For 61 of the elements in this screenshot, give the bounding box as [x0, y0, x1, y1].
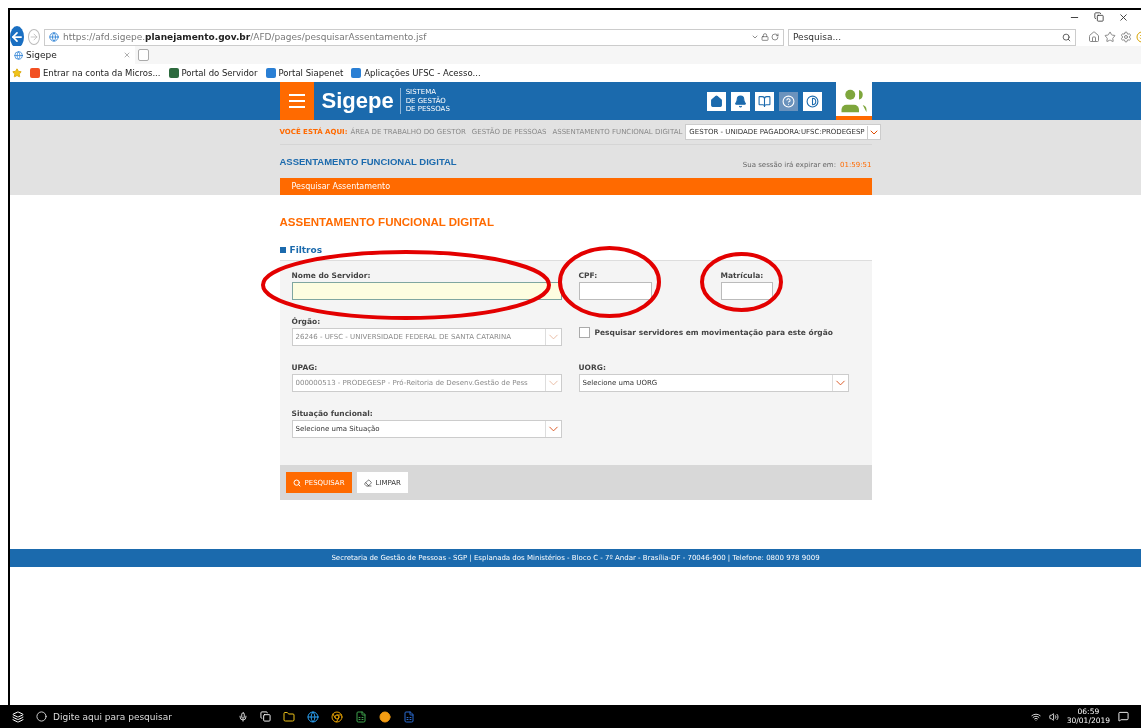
page-title: ASSENTAMENTO FUNCIONAL DIGITAL [279, 156, 457, 167]
arrow-left-icon [10, 30, 24, 44]
menu-button[interactable] [279, 82, 314, 120]
refresh-icon[interactable] [771, 33, 779, 41]
globe-icon [49, 32, 59, 42]
filters-label: Filtros [289, 245, 323, 255]
close-icon[interactable] [1118, 12, 1129, 23]
contrast-icon[interactable] [802, 91, 822, 111]
checkbox[interactable] [578, 327, 590, 338]
app-icon[interactable] [379, 710, 391, 723]
star-icon[interactable] [1104, 31, 1116, 43]
home-icon[interactable] [706, 91, 726, 111]
chevron-down-icon [544, 329, 561, 345]
task-view-icon[interactable] [260, 711, 271, 722]
address-bar[interactable]: https://afd.sigepe.planejamento.gov.br/AFD/pages/pesquisarAssentamento.jsf [44, 28, 784, 46]
tab-title: Sigepe [26, 50, 57, 60]
avatar[interactable] [835, 82, 872, 120]
search-icon [292, 478, 301, 487]
form-title: ASSENTAMENTO FUNCIONAL DIGITAL [279, 216, 495, 228]
search-icon [1062, 32, 1071, 42]
microphone-icon[interactable] [238, 711, 248, 722]
favorite-link[interactable]: Portal Siapenet [265, 68, 344, 78]
chevron-down-icon [544, 421, 561, 437]
search-field[interactable]: Pesquisa... [788, 28, 1076, 46]
document-icon[interactable] [403, 710, 415, 723]
input-field[interactable] [578, 282, 652, 300]
circle-icon [36, 711, 47, 722]
network-icon[interactable] [1030, 711, 1041, 722]
home-icon[interactable] [1088, 31, 1100, 43]
eraser-icon [363, 478, 372, 487]
notifications-icon[interactable] [1118, 711, 1129, 722]
folder-icon[interactable] [283, 710, 295, 723]
input-field[interactable] [720, 282, 773, 300]
dropdown-icon[interactable] [751, 33, 759, 41]
chevron-down-icon [831, 375, 848, 391]
favorite-link[interactable]: Entrar na conta da Micros... [30, 68, 161, 78]
globe-icon [14, 50, 23, 60]
volume-icon[interactable] [1048, 711, 1059, 722]
help-icon[interactable] [778, 91, 798, 111]
browser-tab[interactable]: Sigepe [10, 46, 135, 64]
back-button[interactable] [10, 26, 24, 48]
site-icon [351, 68, 362, 78]
browser-icon[interactable] [307, 710, 319, 723]
favorite-link[interactable]: Portal do Servidor [168, 68, 258, 78]
input-field[interactable] [291, 282, 562, 300]
url-text: https://afd.sigepe.planejamento.gov.br/AFD/pages/pesquisarAssentamento.jsf [63, 32, 427, 42]
restore-icon[interactable] [1094, 12, 1104, 22]
favorite-link[interactable]: Aplicações UFSC - Acesso... [351, 68, 481, 78]
site-icon [265, 68, 276, 78]
lock-icon [761, 33, 769, 41]
bell-icon[interactable] [730, 91, 750, 111]
chevron-down-icon [544, 375, 561, 391]
taskbar-search[interactable]: Digite aqui para pesquisar [36, 711, 226, 722]
collapse-icon[interactable] [279, 247, 286, 253]
site-icon [30, 68, 40, 78]
spreadsheet-icon[interactable] [355, 710, 367, 723]
settings-icon[interactable] [1120, 31, 1132, 43]
arrow-right-icon [29, 32, 39, 42]
site-icon [168, 68, 179, 78]
logo-text: Sigepe [321, 88, 394, 114]
book-icon[interactable] [754, 91, 774, 111]
